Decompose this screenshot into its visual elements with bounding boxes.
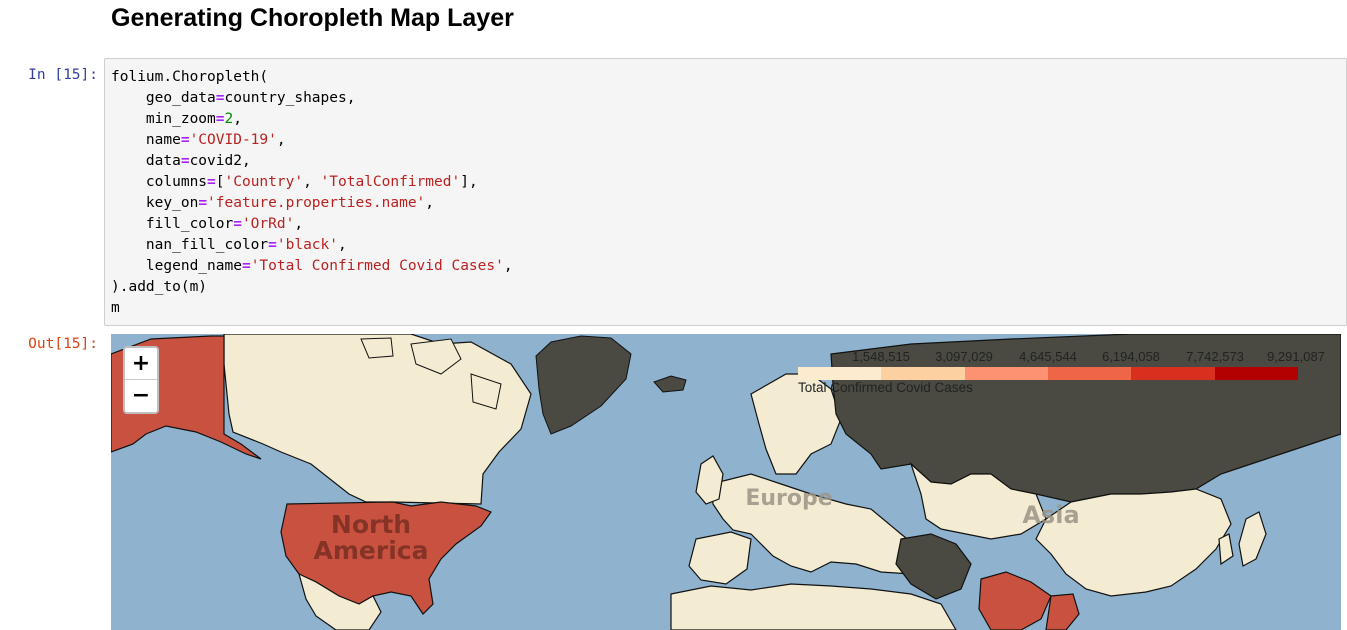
continent-label-europe: Europe <box>745 486 833 511</box>
legend-tick-label: 4,645,544 <box>1019 349 1077 364</box>
continent-label-asia: Asia <box>1022 501 1080 529</box>
code-line: ).add_to(m) <box>111 279 208 295</box>
middle-east-shape[interactable] <box>895 533 972 600</box>
legend-tick-label: 1,548,515 <box>852 349 910 364</box>
code-line: min_zoom=2, <box>111 111 242 127</box>
code-line: columns=['Country', 'TotalConfirmed'], <box>111 174 478 190</box>
code-cell[interactable]: folium.Choropleth( geo_data=country_shap… <box>104 58 1347 326</box>
input-prompt: In [15]: <box>28 67 98 83</box>
code-line: m <box>111 300 120 316</box>
cell-heading: Generating Choropleth Map Layer <box>111 4 514 32</box>
zoom-out-button[interactable]: − <box>125 380 157 412</box>
legend-color-swatch <box>1047 367 1132 380</box>
legend-color-swatch <box>798 367 882 380</box>
japan-shape[interactable] <box>1238 511 1267 567</box>
legend-caption: Total Confirmed Covid Cases <box>798 380 973 395</box>
uk-shape[interactable] <box>695 455 724 505</box>
code-line: data=covid2, <box>111 153 251 169</box>
greenland-shape[interactable] <box>535 335 632 435</box>
output-prompt: Out[15]: <box>28 336 98 352</box>
continent-label-line: North <box>330 510 412 539</box>
zoom-control: + − <box>123 346 159 414</box>
iberia-shape[interactable] <box>688 531 752 585</box>
legend-color-swatch <box>1214 367 1298 380</box>
zoom-in-button[interactable]: + <box>125 348 157 380</box>
code-line: nan_fill_color='black', <box>111 237 347 253</box>
legend-color-swatch <box>881 367 965 380</box>
code-line: name='COVID-19', <box>111 132 286 148</box>
legend-tick-label: 6,194,058 <box>1102 349 1160 364</box>
color-legend: 1,548,515 3,097,029 4,645,544 6,194,058 … <box>795 344 1335 404</box>
north-africa-shape[interactable] <box>670 583 957 630</box>
code-line: legend_name='Total Confirmed Covid Cases… <box>111 258 513 274</box>
code-line: folium.Choropleth( <box>111 69 269 85</box>
legend-color-bar <box>798 367 1298 380</box>
code-editor[interactable]: folium.Choropleth( geo_data=country_shap… <box>111 67 513 319</box>
myanmar-shape[interactable] <box>1045 593 1080 630</box>
continent-label-line: America <box>313 536 429 565</box>
continent-label-north-america: North America <box>311 512 431 564</box>
legend-tick-label: 7,742,573 <box>1186 349 1244 364</box>
korea-shape[interactable] <box>1218 533 1234 566</box>
code-line: geo_data=country_shapes, <box>111 90 356 106</box>
code-line: fill_color='OrRd', <box>111 216 304 232</box>
legend-color-swatch <box>964 367 1048 380</box>
india-shape[interactable] <box>978 571 1052 630</box>
canada-shape[interactable] <box>223 334 532 505</box>
legend-tick-label: 9,291,087 <box>1267 349 1325 364</box>
choropleth-map[interactable]: North America Europe Asia + − 1,548,515 … <box>111 334 1341 630</box>
legend-tick-label: 3,097,029 <box>935 349 993 364</box>
code-line: key_on='feature.properties.name', <box>111 195 435 211</box>
legend-ticks: 1,548,515 3,097,029 4,645,544 6,194,058 … <box>795 349 1335 367</box>
legend-color-swatch <box>1131 367 1215 380</box>
iceland-shape[interactable] <box>653 375 687 393</box>
